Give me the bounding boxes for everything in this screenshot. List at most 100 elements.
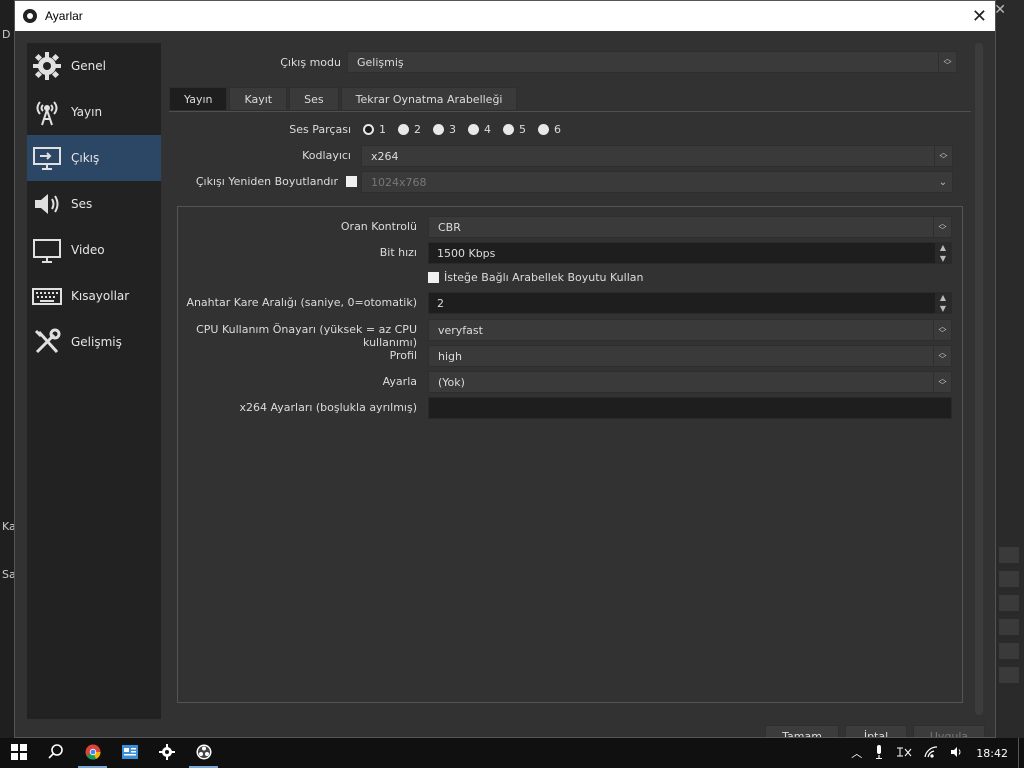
audio-track-radio-6[interactable]: 6 <box>538 123 561 136</box>
input-language-icon[interactable] <box>896 746 912 761</box>
output-mode-value: Gelişmiş <box>357 55 404 69</box>
taskbar-obs[interactable] <box>185 738 222 768</box>
sidebar-item-advanced[interactable]: Gelişmiş <box>27 319 161 365</box>
encoder-label: Kodlayıcı <box>302 149 351 162</box>
profile-value: high <box>438 349 462 363</box>
output-mode-row: Çıkış modu Gelişmiş ︿ ﹀ <box>175 51 971 73</box>
background-panel-button[interactable] <box>998 546 1020 564</box>
background-close-icon[interactable]: ✕ <box>994 2 1006 18</box>
x264-options-input[interactable] <box>428 397 952 419</box>
settings-sidebar: Genel Yayın Çıkış Ses Video Kısayollar G… <box>27 43 161 719</box>
profile-label: Profil <box>389 349 417 362</box>
rescale-checkbox[interactable] <box>346 176 357 187</box>
keyframe-spinbox[interactable]: 2 ▲ ▼ <box>428 292 952 314</box>
keyboard-icon <box>31 280 63 312</box>
radio-label: 6 <box>554 123 561 136</box>
background-panel-button[interactable] <box>998 594 1020 612</box>
updown-chevron-icon: ︿ ﹀ <box>934 146 952 166</box>
background-panel-button[interactable] <box>998 642 1020 660</box>
profile-select[interactable]: high ︿ ﹀ <box>428 345 952 367</box>
ok-button[interactable]: Tamam <box>765 725 839 737</box>
speaker-icon <box>31 188 63 220</box>
background-window-left: D Ka Sa <box>0 0 16 738</box>
tab-stream[interactable]: Yayın <box>169 87 228 111</box>
start-button[interactable] <box>0 738 37 768</box>
keyframe-label: Anahtar Kare Aralığı (saniye, 0=otomatik… <box>186 296 417 309</box>
sidebar-item-video[interactable]: Video <box>27 227 161 273</box>
cpu-preset-select[interactable]: veryfast ︿ ﹀ <box>428 319 952 341</box>
background-panel-button[interactable] <box>998 570 1020 588</box>
rescale-row: Çıkışı Yeniden Boyutlandır <box>169 175 357 188</box>
output-mode-label: Çıkış modu <box>280 55 341 69</box>
audio-track-radio-2[interactable]: 2 <box>398 123 421 136</box>
sidebar-item-stream[interactable]: Yayın <box>27 89 161 135</box>
taskbar-app[interactable] <box>111 738 148 768</box>
radio-selected-icon <box>363 124 374 135</box>
spin-arrows-icon[interactable]: ▲ ▼ <box>935 293 951 313</box>
obs-logo-icon <box>196 744 212 763</box>
sidebar-item-label: Yayın <box>71 105 103 119</box>
tab-replay-buffer[interactable]: Tekrar Oynatma Arabelleği <box>340 87 518 111</box>
x264-options-label: x264 Ayarları (boşlukla ayrılmış) <box>239 401 417 414</box>
monitor-output-icon <box>31 142 63 174</box>
custom-buffer-row: İsteğe Bağlı Arabellek Boyutu Kullan <box>428 271 643 284</box>
output-tabs: Yayın Kayıt Ses Tekrar Oynatma Arabelleğ… <box>169 87 519 111</box>
radio-icon <box>468 124 479 135</box>
cancel-button[interactable]: İptal <box>845 725 907 737</box>
chevron-up-icon[interactable]: ︿ <box>851 745 862 761</box>
sidebar-item-general[interactable]: Genel <box>27 43 161 89</box>
monitor-icon <box>31 234 63 266</box>
clock-time[interactable]: 18:42 <box>976 747 1008 760</box>
microphone-icon[interactable] <box>874 744 884 762</box>
audio-track-radios: 1 2 3 4 5 6 <box>363 123 573 136</box>
rate-control-value: CBR <box>438 220 461 234</box>
audio-track-radio-4[interactable]: 4 <box>468 123 491 136</box>
tune-select[interactable]: (Yok) ︿ ﹀ <box>428 371 952 393</box>
volume-icon[interactable] <box>950 746 964 761</box>
apply-button[interactable]: Uygula <box>913 725 985 737</box>
bitrate-value: 1500 Kbps <box>437 246 496 260</box>
dialog-titlebar: Ayarlar ✕ <box>15 1 995 31</box>
encoder-select[interactable]: x264 ︿ ﹀ <box>361 145 953 167</box>
bitrate-spinbox[interactable]: 1500 Kbps ▲ ▼ <box>428 242 952 264</box>
network-wifi-icon[interactable] <box>924 745 938 761</box>
background-window-right <box>996 0 1024 738</box>
tune-label: Ayarla <box>382 375 417 388</box>
radio-label: 5 <box>519 123 526 136</box>
settings-dialog: Ayarlar ✕ Genel Yayın Çıkış Ses Video Kı… <box>14 0 996 738</box>
search-icon <box>47 743 64 763</box>
show-desktop-button[interactable] <box>1018 738 1024 768</box>
tab-audio[interactable]: Ses <box>289 87 339 111</box>
audio-track-radio-5[interactable]: 5 <box>503 123 526 136</box>
taskbar-chrome[interactable] <box>74 738 111 768</box>
radio-icon <box>503 124 514 135</box>
sidebar-item-output[interactable]: Çıkış <box>27 135 161 181</box>
sidebar-item-label: Çıkış <box>71 151 100 165</box>
taskbar-search-button[interactable] <box>37 738 74 768</box>
sidebar-item-hotkeys[interactable]: Kısayollar <box>27 273 161 319</box>
background-panel-button[interactable] <box>998 618 1020 636</box>
custom-buffer-label: İsteğe Bağlı Arabellek Boyutu Kullan <box>444 271 644 284</box>
audio-track-radio-1[interactable]: 1 <box>363 123 386 136</box>
background-label: D <box>2 28 11 41</box>
vertical-scrollbar[interactable] <box>975 43 983 715</box>
custom-buffer-checkbox[interactable] <box>428 272 439 283</box>
close-icon[interactable]: ✕ <box>972 6 987 27</box>
windows-taskbar: ︿ 18:42 <box>0 738 1024 768</box>
tools-icon <box>31 326 63 358</box>
audio-track-radio-3[interactable]: 3 <box>433 123 456 136</box>
sidebar-item-audio[interactable]: Ses <box>27 181 161 227</box>
rescale-value: 1024x768 <box>371 175 427 189</box>
background-panel-button[interactable] <box>998 666 1020 684</box>
keyframe-value: 2 <box>437 296 444 310</box>
rate-control-label: Oran Kontrolü <box>340 220 417 233</box>
output-mode-select[interactable]: Gelişmiş ︿ ﹀ <box>347 51 957 73</box>
taskbar-settings[interactable] <box>148 738 185 768</box>
radio-icon <box>433 124 444 135</box>
spin-arrows-icon[interactable]: ▲ ▼ <box>935 243 951 263</box>
broadcast-antenna-icon <box>31 96 63 128</box>
system-tray: ︿ 18:42 <box>845 738 1024 768</box>
rate-control-select[interactable]: CBR ︿ ﹀ <box>428 216 952 238</box>
tab-recording[interactable]: Kayıt <box>229 87 288 111</box>
rescale-select[interactable]: 1024x768 ⌄ <box>361 171 953 193</box>
